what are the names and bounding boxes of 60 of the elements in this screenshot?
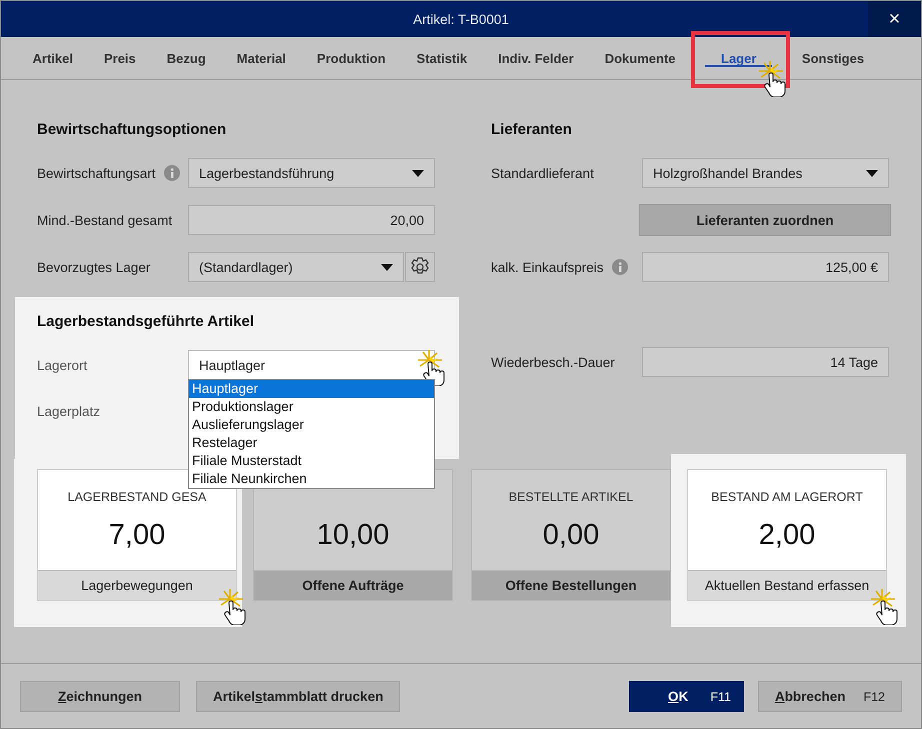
dropdown-option[interactable]: Produktionslager: [189, 398, 434, 416]
window-title: Artikel: T-B0001: [413, 12, 509, 26]
tile-title: BESTELLTE ARTIKEL: [508, 489, 634, 505]
tile-value: 0,00: [542, 518, 600, 553]
section-heading: Bewirtschaftungsoptionen: [37, 120, 228, 140]
dropdown-field[interactable]: (Standardlager): [188, 252, 404, 282]
field-value: Holzgroßhandel Brandes: [653, 166, 804, 180]
tab[interactable]: Material: [221, 37, 302, 79]
dropdown-option[interactable]: Hauptlager: [189, 380, 434, 398]
tile-title: BESTAND AM LAGERORT: [711, 489, 863, 505]
field-label: Lagerplatz: [37, 404, 100, 418]
input-field[interactable]: 125,00 €: [642, 252, 889, 282]
tab[interactable]: Bezug: [151, 37, 222, 79]
dropdown-field[interactable]: Holzgroßhandel Brandes: [642, 158, 889, 188]
field-value: 14 Tage: [830, 354, 878, 370]
tab[interactable]: Indiv. Felder: [482, 37, 590, 79]
ok-button[interactable]: OK F11: [628, 680, 744, 712]
section-heading: Lieferanten: [491, 120, 573, 140]
tab[interactable]: Produktion: [301, 37, 402, 79]
footer-button[interactable]: Abbrechen F12: [758, 680, 902, 712]
dropdown-field[interactable]: Lagerbestandsführung: [188, 158, 435, 188]
tab[interactable]: Sonstiges: [786, 37, 880, 79]
tab[interactable]: Statistik: [401, 37, 483, 79]
field-label: Standardlieferant: [491, 166, 594, 180]
field-label: Wiederbesch.-Dauer: [491, 354, 615, 370]
field-label: Bewirtschaftungsart: [37, 166, 156, 180]
tile-value: 10,00: [316, 518, 390, 553]
field-value: Lagerbestandsführung: [199, 166, 336, 180]
field-value: 125,00 €: [825, 260, 878, 274]
dropdown-option[interactable]: Filiale Neunkirchen: [189, 470, 434, 488]
tile-action-button[interactable]: Lagerbewegungen: [38, 570, 236, 600]
tile-title: LAGERBESTAND GESA: [68, 489, 206, 505]
assign-button[interactable]: Lieferanten zuordnen: [639, 204, 891, 236]
tab[interactable]: Artikel: [17, 37, 88, 79]
tile-value: 2,00: [758, 518, 816, 553]
field-value: (Standardlager): [199, 260, 294, 274]
dropdown-caret-icon: [412, 170, 424, 176]
field-value: 20,00: [390, 212, 424, 228]
dropdown-caret-icon: [866, 170, 878, 176]
field-value: Hauptlager: [199, 358, 266, 372]
tile-action-button[interactable]: Aktuellen Bestand erfassen: [688, 570, 886, 600]
close-button[interactable]: ×: [868, 1, 921, 37]
footer-button[interactable]: Artikelstammblatt drucken: [196, 680, 400, 712]
dropdown-option[interactable]: Filiale Musterstadt: [189, 452, 434, 470]
footer-button[interactable]: Zeichnungen: [20, 680, 180, 712]
input-field[interactable]: 14 Tage: [642, 347, 889, 377]
dropdown-caret-icon: [381, 264, 393, 270]
tile-action-button[interactable]: Offene Aufträge: [254, 570, 452, 600]
tile-value: 7,00: [108, 518, 166, 553]
tab[interactable]: Dokumente: [589, 37, 692, 79]
tab[interactable]: Preis: [88, 37, 152, 79]
dropdown-option[interactable]: Restelager: [189, 434, 434, 452]
section-heading: Lagerbestandsgeführte Artikel: [37, 312, 255, 332]
field-label: Bevorzugtes Lager: [37, 260, 150, 274]
dropdown-option[interactable]: Auslieferungslager: [189, 416, 434, 434]
field-label: Mind.-Bestand gesamt: [37, 212, 172, 228]
tile-action-button[interactable]: Offene Bestellungen: [472, 570, 670, 600]
field-label: Lagerort: [37, 358, 88, 372]
field-label: kalk. Einkaufspreis: [491, 260, 604, 274]
input-field[interactable]: 20,00: [188, 205, 435, 235]
